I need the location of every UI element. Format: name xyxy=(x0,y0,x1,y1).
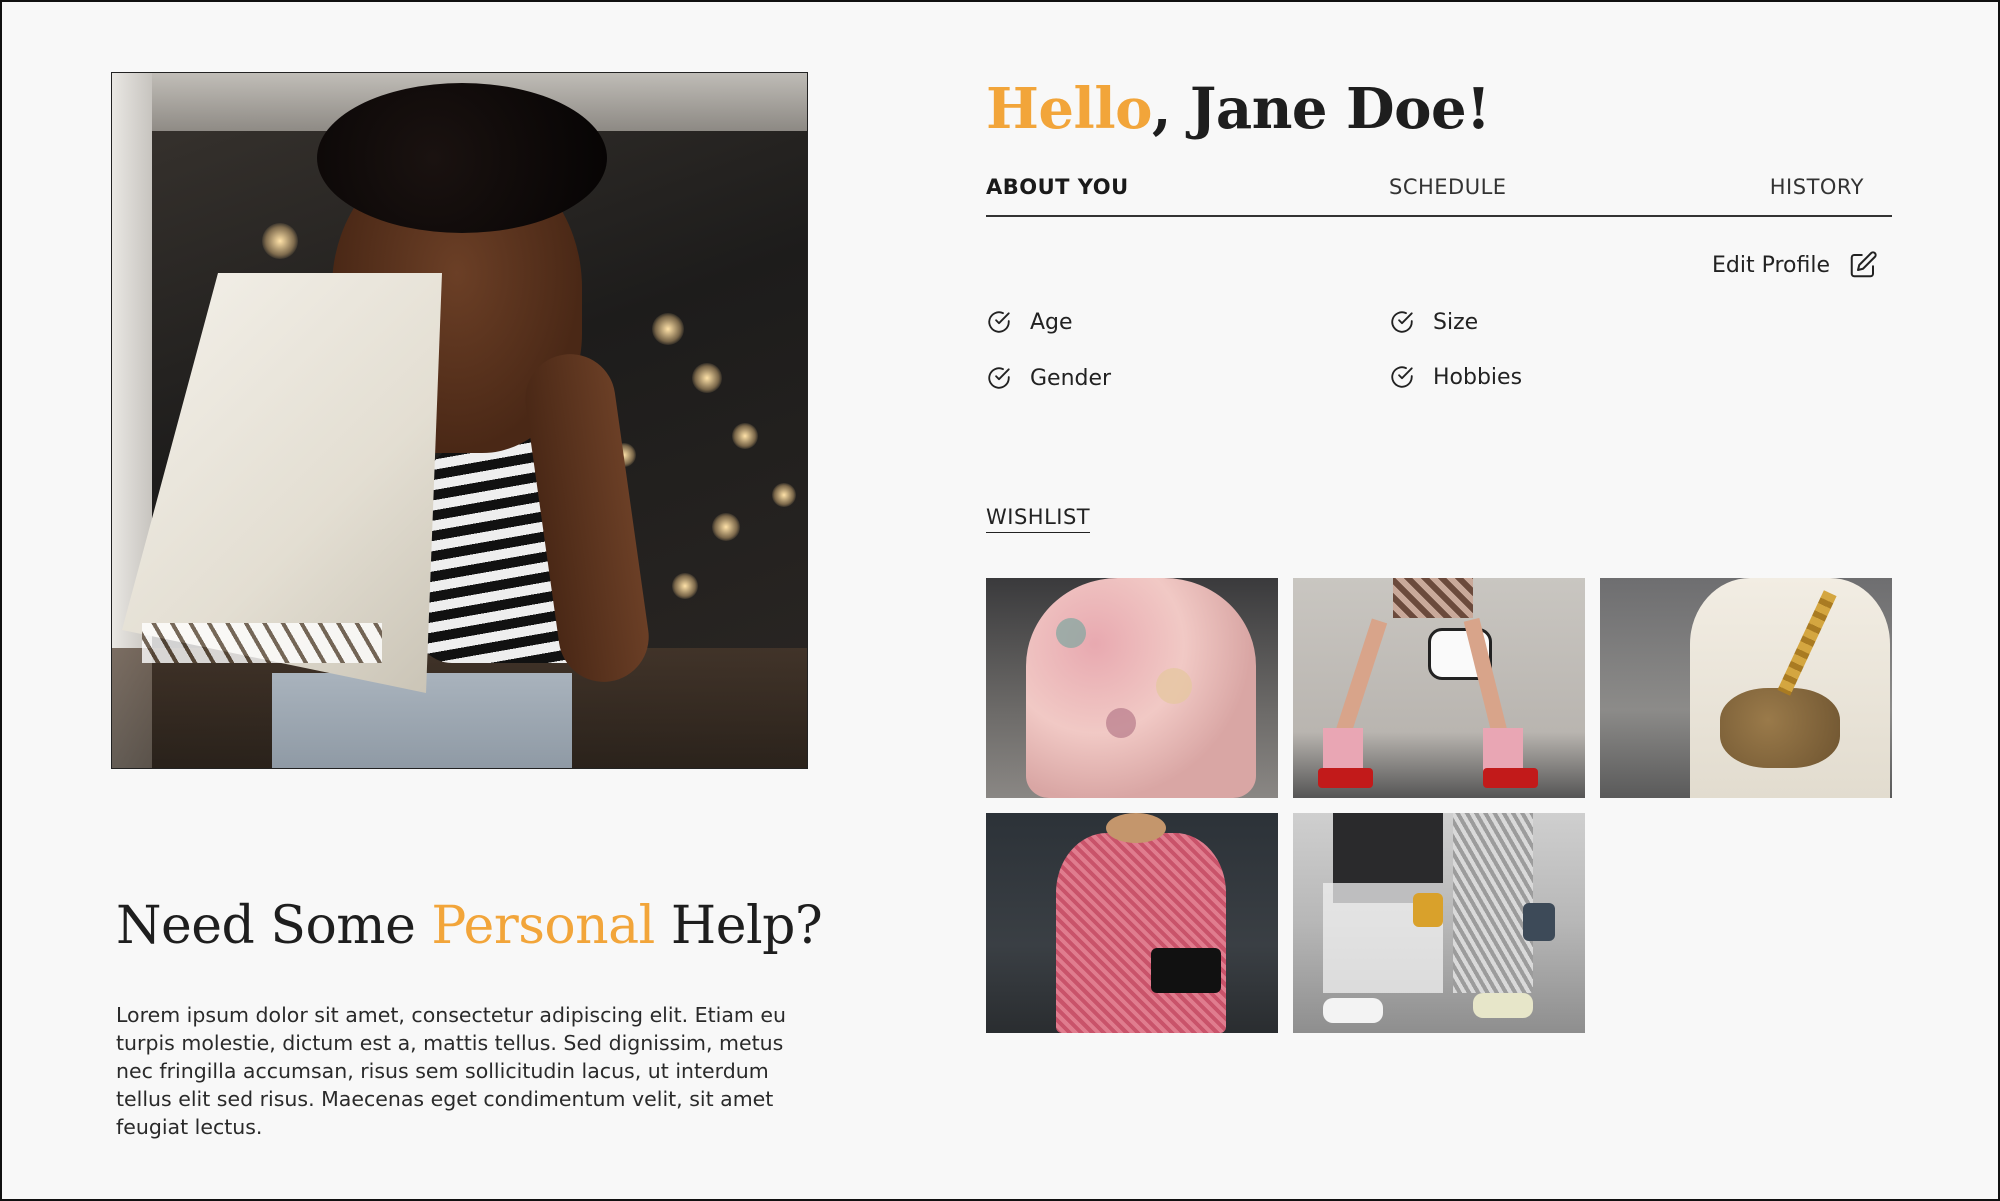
thumb-shape xyxy=(1106,708,1136,738)
thumb-shape xyxy=(1026,578,1256,798)
thumb-shape xyxy=(1106,813,1166,843)
profile-field-label: Size xyxy=(1433,309,1479,335)
help-title: Need Some Personal Help? xyxy=(116,896,823,956)
thumb-shape xyxy=(1473,993,1533,1018)
help-title-after: Help? xyxy=(654,896,823,956)
wishlist-item-floral-coat[interactable] xyxy=(986,578,1278,798)
hero-person-hair xyxy=(317,83,607,233)
help-body-text: Lorem ipsum dolor sit amet, consectetur … xyxy=(116,1003,786,1139)
check-circle-icon xyxy=(1391,366,1413,388)
thumb-shape xyxy=(1056,618,1086,648)
thumb-shape xyxy=(1523,903,1555,941)
check-circle-icon xyxy=(988,311,1010,333)
wishlist-item-white-bag[interactable] xyxy=(1293,578,1585,798)
tab-about-you[interactable]: ABOUT YOU xyxy=(986,175,1129,199)
thumb-shape xyxy=(1056,833,1226,1033)
hero-bag-pattern xyxy=(142,623,382,663)
help-title-before: Need Some xyxy=(116,896,432,956)
thumb-shape xyxy=(1318,768,1373,788)
hero-bokeh xyxy=(262,223,298,259)
profile-field-hobbies: Hobbies xyxy=(1389,364,1522,390)
wishlist-item-sequin-skirt[interactable] xyxy=(1293,813,1585,1033)
thumb-shape xyxy=(1483,768,1538,788)
thumb-shape xyxy=(1720,688,1840,768)
hero-bokeh xyxy=(732,423,758,449)
check-circle-icon xyxy=(988,367,1010,389)
edit-profile-label: Edit Profile xyxy=(1712,252,1831,278)
profile-field-size: Size xyxy=(1389,309,1478,335)
tab-history[interactable]: HISTORY xyxy=(1770,175,1864,199)
thumb-shape xyxy=(1156,668,1192,704)
wishlist-heading[interactable]: WISHLIST xyxy=(986,505,1091,533)
profile-field-gender: Gender xyxy=(986,365,1111,391)
check-circle-icon xyxy=(1391,311,1413,333)
greeting-hello: Hello xyxy=(986,76,1152,142)
wishlist-item-pink-tweed-set[interactable] xyxy=(986,813,1278,1033)
greeting-title: Hello, Jane Doe! xyxy=(986,76,1491,142)
hero-bokeh xyxy=(652,313,684,345)
hero-bokeh xyxy=(712,513,740,541)
profile-field-label: Gender xyxy=(1030,365,1112,391)
thumb-shape xyxy=(1393,578,1473,618)
edit-profile-button[interactable]: Edit Profile xyxy=(1712,250,1878,280)
profile-field-label: Age xyxy=(1030,309,1073,335)
tab-schedule[interactable]: SCHEDULE xyxy=(1389,175,1507,199)
profile-field-label: Hobbies xyxy=(1433,364,1523,390)
profile-field-age: Age xyxy=(986,309,1073,335)
wishlist-item-gold-chain-bag[interactable] xyxy=(1600,578,1892,798)
greeting-name: , Jane Doe! xyxy=(1151,76,1491,142)
edit-pencil-icon xyxy=(1850,251,1877,278)
profile-tabs: ABOUT YOU SCHEDULE HISTORY xyxy=(986,175,1892,217)
thumb-shape xyxy=(1334,618,1388,738)
hero-bokeh xyxy=(772,483,796,507)
hero-photo xyxy=(111,72,808,769)
thumb-shape xyxy=(1151,948,1221,993)
hero-bokeh xyxy=(692,363,722,393)
thumb-shape xyxy=(1323,998,1383,1023)
help-title-accent: Personal xyxy=(431,896,655,956)
thumb-shape xyxy=(1453,813,1533,993)
hero-bokeh xyxy=(672,573,698,599)
thumb-shape xyxy=(1413,893,1443,927)
